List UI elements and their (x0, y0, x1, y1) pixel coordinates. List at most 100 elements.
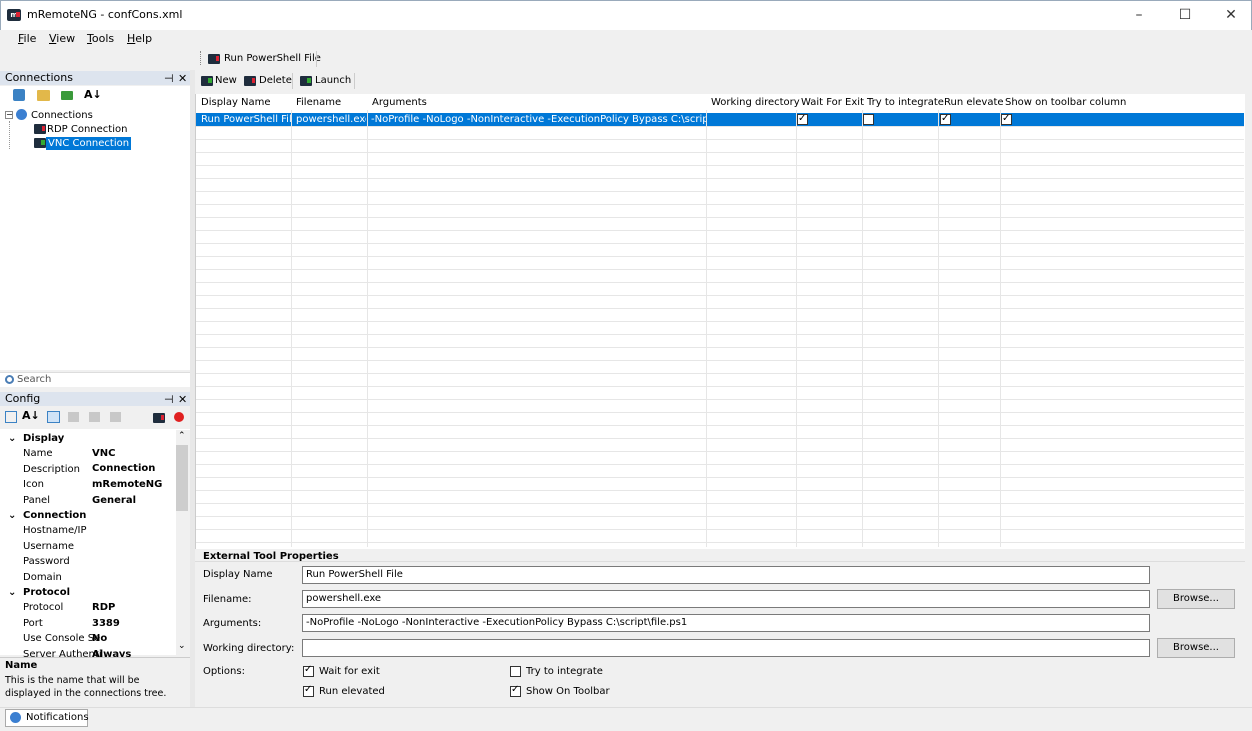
category-collapse-icon[interactable]: ⌄ (8, 508, 16, 523)
help-text: This is the name that will be displayed … (5, 675, 167, 699)
run-powershell-button[interactable]: Run PowerShell File (208, 50, 324, 68)
property-category[interactable]: ⌄ Protocol (5, 585, 176, 600)
scrollbar-thumb[interactable] (176, 445, 188, 511)
property-category[interactable]: ⌄ Connection (5, 508, 176, 523)
category-collapse-icon[interactable]: ⌄ (8, 431, 16, 446)
working-directory-input[interactable] (302, 639, 1150, 657)
rdp-connection-icon (34, 124, 46, 134)
maximize-button[interactable]: ☐ (1162, 0, 1208, 30)
delete-tool-button[interactable]: Delete (259, 75, 292, 86)
try-to-integrate-option[interactable]: Try to integrate (510, 666, 660, 679)
tree-item-vnc[interactable]: VNC Connection (46, 137, 132, 150)
connections-close-icon[interactable]: ✕ (178, 72, 187, 85)
app-logo-icon: m (7, 9, 21, 21)
new-tool-icon (201, 76, 213, 86)
connections-pin-icon[interactable]: ⊣ (164, 72, 174, 85)
default-inheritance-icon[interactable] (110, 412, 121, 422)
menu-help[interactable]: Help (127, 32, 152, 45)
grid-row-line (196, 334, 1244, 335)
window-title: mRemoteNG - confCons.xml (27, 8, 183, 21)
inheritance-icon[interactable] (68, 412, 79, 422)
property-row[interactable]: Port 3389 (5, 616, 176, 631)
working-directory-browse-button[interactable]: Browse... (1157, 638, 1235, 658)
filename-label: Filename: (203, 594, 252, 605)
property-row[interactable]: Protocol RDP (5, 600, 176, 615)
filename-browse-button[interactable]: Browse... (1157, 589, 1235, 609)
new-folder-icon[interactable] (37, 90, 50, 101)
default-properties-icon[interactable] (89, 412, 100, 422)
property-row[interactable]: Domain (5, 570, 176, 585)
cell-run-elevate-checkbox[interactable] (940, 112, 951, 125)
property-row[interactable]: Use Console Se No (5, 631, 176, 646)
launch-tool-button[interactable]: Launch (315, 75, 351, 86)
column-header-filename[interactable]: Filename (296, 97, 341, 108)
show-on-toolbar-option[interactable]: Show On Toolbar (510, 684, 660, 699)
run-elevated-option[interactable]: Run elevated (303, 684, 453, 699)
tree-collapse-icon[interactable]: − (5, 111, 13, 119)
cell-show-on-toolbar-checkbox[interactable] (1001, 112, 1012, 125)
filename-input[interactable]: powershell.exe (302, 590, 1150, 608)
wait-for-exit-checkbox[interactable] (303, 664, 314, 677)
tree-root-connections[interactable]: Connections (31, 109, 93, 122)
vnc-connection-icon (34, 138, 46, 148)
arguments-input[interactable]: -NoProfile -NoLogo -NonInteractive -Exec… (302, 614, 1150, 632)
wait-for-exit-label: Wait for exit (319, 666, 380, 677)
column-header-wait-for-exit[interactable]: Wait For Exit (801, 97, 864, 108)
scroll-up-icon[interactable]: ⌃ (178, 431, 186, 441)
property-row[interactable]: Description (5, 462, 176, 477)
sort-icon[interactable]: A↓ (84, 88, 102, 101)
property-value: 3389 (92, 617, 120, 629)
column-header-run-elevate[interactable]: Run elevate (944, 97, 1004, 108)
property-row[interactable]: Panel General (5, 493, 176, 508)
column-header-show-on-toolbar[interactable]: Show on toolbar column (1005, 97, 1126, 108)
category-collapse-icon[interactable]: ⌄ (8, 585, 16, 600)
cell-wait-for-exit-checkbox[interactable] (797, 112, 808, 125)
property-row[interactable]: Name VNC Connection (5, 446, 176, 474)
new-tool-button[interactable]: New (215, 75, 237, 86)
run-elevated-checkbox[interactable] (303, 684, 314, 697)
properties-icon[interactable] (47, 411, 60, 423)
alphabetical-icon[interactable]: A↓ (22, 409, 40, 422)
categorized-icon[interactable] (5, 411, 17, 423)
grid-row-line (196, 464, 1244, 465)
config-pin-icon[interactable]: ⊣ (164, 393, 174, 406)
grid-column-line (291, 110, 292, 547)
menu-file[interactable]: File (18, 32, 36, 45)
grid-column-line (706, 110, 707, 547)
scroll-down-icon[interactable]: ⌄ (178, 641, 186, 651)
search-placeholder: Search (17, 374, 52, 385)
try-to-integrate-checkbox[interactable] (510, 666, 521, 677)
new-connection-icon[interactable] (13, 89, 25, 101)
menu-tools[interactable]: Tools (87, 32, 114, 45)
wait-for-exit-option[interactable]: Wait for exit (303, 664, 453, 679)
host-status-icon[interactable] (153, 413, 165, 423)
column-header-working-directory[interactable]: Working directory (711, 97, 800, 108)
grid-row-line (196, 217, 1244, 218)
notifications-tab[interactable]: Notifications (5, 709, 89, 727)
property-category[interactable]: ⌄ Display (5, 431, 176, 446)
display-name-input[interactable]: Run PowerShell File (302, 566, 1150, 584)
property-row[interactable]: Password (5, 554, 176, 569)
config-title: Config (5, 392, 41, 405)
menu-view[interactable]: View (49, 32, 75, 45)
show-on-toolbar-checkbox[interactable] (510, 684, 521, 697)
view-icon[interactable] (61, 91, 73, 100)
column-header-arguments[interactable]: Arguments (372, 97, 427, 108)
config-close-icon[interactable]: ✕ (178, 393, 187, 406)
property-row[interactable]: Hostname/IP (5, 523, 176, 538)
tree-item-rdp[interactable]: RDP Connection (47, 123, 127, 136)
grid-row-line (196, 451, 1244, 452)
stop-icon[interactable] (174, 412, 184, 422)
close-button[interactable]: ✕ (1208, 0, 1252, 30)
minimize-button[interactable]: – (1116, 0, 1162, 30)
grid-row-line (196, 542, 1244, 543)
column-header-try-to-integrate[interactable]: Try to integrate (867, 97, 944, 108)
grid-row-line (196, 399, 1244, 400)
search-icon (5, 375, 14, 384)
column-header-display-name[interactable]: Display Name (201, 97, 271, 108)
property-row[interactable]: Icon mRemoteNG (5, 477, 176, 492)
cell-try-to-integrate-checkbox[interactable] (863, 114, 874, 125)
property-row[interactable]: Username (5, 539, 176, 554)
run-powershell-label: Run PowerShell File (224, 53, 321, 64)
table-row[interactable]: Run PowerShell File powershell.exe -NoPr… (196, 112, 1244, 126)
